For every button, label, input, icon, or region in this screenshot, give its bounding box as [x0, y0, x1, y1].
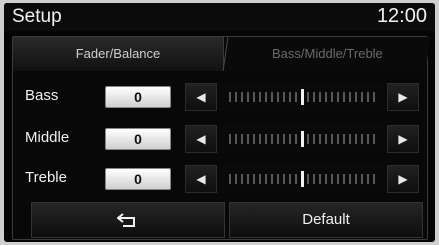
middle-value: 0: [105, 128, 171, 150]
triangle-left-icon: ◀: [196, 132, 206, 146]
treble-increase-button[interactable]: ▶: [387, 165, 419, 193]
triangle-right-icon: ▶: [398, 90, 408, 104]
treble-slider[interactable]: [219, 165, 385, 193]
middle-increase-button[interactable]: ▶: [387, 125, 419, 153]
tab-label: Fader/Balance: [75, 46, 161, 61]
tab-fader-balance[interactable]: Fader/Balance: [13, 37, 224, 71]
return-arrow-icon: [117, 213, 135, 228]
middle-label: Middle: [25, 129, 70, 146]
title-bar: Setup 12:00: [4, 3, 435, 31]
bass-decrease-button[interactable]: ◀: [185, 83, 217, 111]
bass-label: Bass: [25, 87, 59, 104]
default-button[interactable]: Default: [229, 202, 423, 238]
setup-screen: Setup 12:00 Fader/Balance Bass/Middle/Tr…: [4, 3, 435, 242]
treble-value: 0: [105, 168, 171, 190]
triangle-left-icon: ◀: [196, 90, 206, 104]
back-button[interactable]: [31, 202, 225, 238]
clock: 12:00: [376, 5, 427, 27]
bass-value: 0: [105, 86, 171, 108]
bass-slider[interactable]: [219, 83, 385, 111]
triangle-left-icon: ◀: [196, 172, 206, 186]
tab-label: Bass/Middle/Treble: [271, 46, 383, 61]
treble-row: Treble 0 ◀ ▶: [13, 159, 427, 199]
settings-panel: Fader/Balance Bass/Middle/Treble Bass 0 …: [12, 36, 431, 240]
treble-label: Treble: [25, 169, 67, 186]
bass-row: Bass 0 ◀ ▶: [13, 77, 427, 117]
bass-increase-button[interactable]: ▶: [387, 83, 419, 111]
bass-slider-thumb[interactable]: [301, 89, 304, 105]
middle-row: Middle 0 ◀ ▶: [13, 119, 427, 159]
default-button-label: Default: [302, 211, 350, 228]
triangle-right-icon: ▶: [398, 172, 408, 186]
treble-decrease-button[interactable]: ◀: [185, 165, 217, 193]
middle-decrease-button[interactable]: ◀: [185, 125, 217, 153]
page-title: Setup: [12, 6, 62, 27]
treble-slider-thumb[interactable]: [301, 171, 304, 187]
middle-slider[interactable]: [219, 125, 385, 153]
middle-slider-thumb[interactable]: [301, 131, 304, 147]
triangle-right-icon: ▶: [398, 132, 408, 146]
tab-bass-middle-treble[interactable]: Bass/Middle/Treble: [222, 37, 431, 71]
